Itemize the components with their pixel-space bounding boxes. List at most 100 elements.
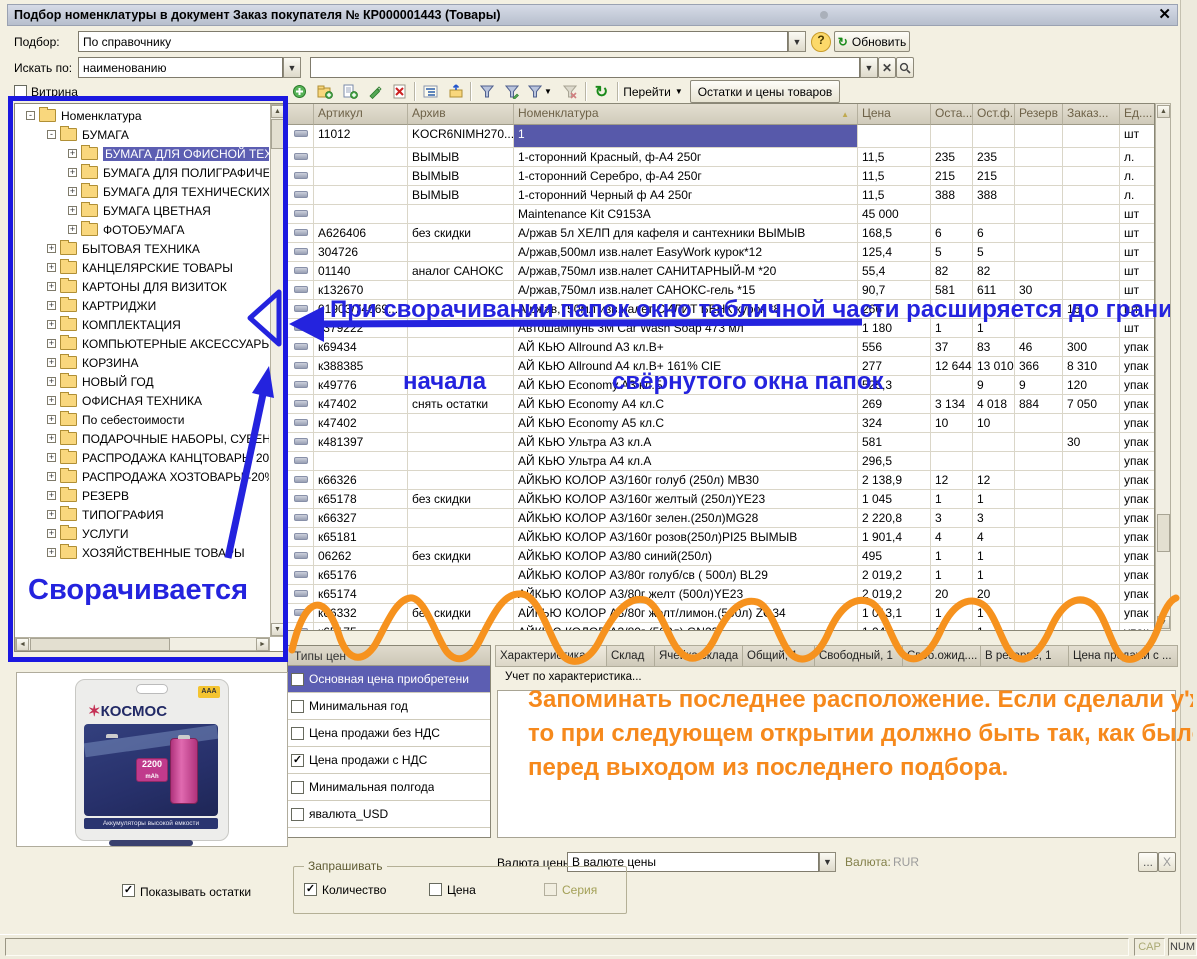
clear-filter-icon[interactable] — [558, 81, 581, 102]
table-row[interactable]: к69434АЙ КЬЮ Allround A3 кл.В+5563783463… — [288, 338, 1154, 357]
currency-choose-button[interactable]: ... — [1138, 852, 1158, 872]
table-row[interactable]: к379222Автошампунь 3M Car Wash Soap 473 … — [288, 319, 1154, 338]
filter-menu-icon[interactable]: ▼ — [525, 81, 555, 102]
expand-icon[interactable]: + — [47, 453, 56, 462]
price-type-checkbox[interactable] — [291, 673, 304, 686]
tree-item[interactable]: +ПОДАРОЧНЫЕ НАБОРЫ, СУВЕНИ — [16, 429, 269, 448]
table-row[interactable]: к49776АЙ КЬЮ Economy A3 кл.Б525,399120уп… — [288, 376, 1154, 395]
podbor-dropdown-icon[interactable]: ▼ — [788, 31, 806, 52]
tree-item[interactable]: +КОМПЬЮТЕРНЫЕ АКСЕССУАРЫ — [16, 334, 269, 353]
stock-column-2[interactable]: Склад — [607, 645, 655, 667]
expand-icon[interactable]: + — [47, 434, 56, 443]
stock-prices-button[interactable]: Остатки и цены товаров — [690, 80, 840, 103]
stock-column-5[interactable]: Свободный, 1 — [815, 645, 903, 667]
edit-button[interactable] — [363, 81, 386, 102]
expand-icon[interactable]: + — [68, 168, 77, 177]
ask-quantity-checkbox[interactable]: ✓ — [304, 883, 317, 896]
tree-item[interactable]: +УСЛУГИ — [16, 524, 269, 543]
copy-button[interactable] — [338, 81, 361, 102]
table-row[interactable]: 01140аналог САНОКСА/ржав,750мл изв.налет… — [288, 262, 1154, 281]
close-icon[interactable]: ✕ — [1158, 8, 1171, 22]
expand-icon[interactable]: + — [47, 339, 56, 348]
tree-item[interactable]: +КАРТОНЫ ДЛЯ ВИЗИТОК — [16, 277, 269, 296]
expand-icon[interactable]: + — [47, 491, 56, 500]
table-vertical-scrollbar[interactable]: ▲ ▼ — [1155, 103, 1171, 631]
expand-icon[interactable]: + — [47, 510, 56, 519]
expand-icon[interactable]: + — [47, 396, 56, 405]
column-header-rezerv[interactable]: Резерв — [1015, 104, 1063, 125]
tree-item[interactable]: +БУМАГА ДЛЯ ПОЛИГРАФИЧЕ — [16, 163, 269, 182]
refresh-table-icon[interactable]: ↻ — [590, 81, 613, 102]
table-row[interactable]: к66327АЙКЬЮ КОЛОР А3/160г зелен.(250л)MG… — [288, 509, 1154, 528]
tree-item[interactable]: +ОФИСНАЯ ТЕХНИКА — [16, 391, 269, 410]
expand-icon[interactable]: + — [68, 149, 77, 158]
column-header-zakaz[interactable]: Заказ... — [1063, 104, 1120, 125]
table-row[interactable]: 304726А/ржав,500мл изв.налет EasyWork ку… — [288, 243, 1154, 262]
price-type-checkbox[interactable] — [291, 727, 304, 740]
expand-icon[interactable]: + — [68, 187, 77, 196]
open-parent-folder-icon[interactable] — [444, 81, 467, 102]
column-header-ostatok[interactable]: Оста... — [931, 104, 973, 125]
price-type-row[interactable]: Цена продажи без НДС — [288, 720, 490, 747]
expand-icon[interactable]: + — [47, 301, 56, 310]
table-row[interactable]: к66332без скидкиАЙКЬЮ КОЛОР А3/80г желт/… — [288, 604, 1154, 623]
table-row[interactable]: к65181АЙКЬЮ КОЛОР А3/160г розов(250л)PI2… — [288, 528, 1154, 547]
table-row[interactable]: ВЫМЫВ1-сторонний Черный ф А4 250г11,5388… — [288, 186, 1154, 205]
table-row[interactable]: к65174АЙКЬЮ КОЛОР А3/80г желт (500л)YE23… — [288, 585, 1154, 604]
collapse-icon[interactable]: - — [47, 130, 56, 139]
tree-item[interactable]: +По себестоимости — [16, 410, 269, 429]
table-row[interactable]: к47402снять остаткиАЙ КЬЮ Economy А4 кл.… — [288, 395, 1154, 414]
search-input[interactable] — [310, 57, 860, 78]
vitrina-checkbox[interactable] — [14, 85, 27, 98]
tree-item[interactable]: +КАРТРИДЖИ — [16, 296, 269, 315]
currency-type-dropdown-icon[interactable]: ▼ — [819, 852, 836, 872]
table-row[interactable]: 01903/74069...А/ржав,750мл изв.налет СИЛ… — [288, 300, 1154, 319]
expand-icon[interactable]: + — [47, 358, 56, 367]
tree-item[interactable]: +ХОЗЯЙСТВЕННЫЕ ТОВАРЫ — [16, 543, 269, 562]
tree-item[interactable]: +РЕЗЕРВ — [16, 486, 269, 505]
column-header-ed[interactable]: Ед.... — [1120, 104, 1155, 125]
expand-icon[interactable]: + — [47, 415, 56, 424]
tree-item[interactable]: +РАСПРОДАЖА ХОЗТОВАРЫ -20% — [16, 467, 269, 486]
filter-settings-icon[interactable] — [500, 81, 523, 102]
ask-price-checkbox[interactable] — [429, 883, 442, 896]
tree-item[interactable]: +РАСПРОДАЖА КАНЦТОВАРЫ 20% — [16, 448, 269, 467]
tree-item[interactable]: +БУМАГА ДЛЯ ТЕХНИЧЕСКИХ — [16, 182, 269, 201]
expand-icon[interactable]: + — [47, 529, 56, 538]
price-type-checkbox[interactable]: ✓ — [291, 754, 304, 767]
tree-vertical-scrollbar[interactable]: ▲ ▼ — [270, 104, 284, 637]
column-header-ostatok-f[interactable]: Ост.ф. — [973, 104, 1015, 125]
stock-column-1[interactable]: Характеристика — [495, 645, 607, 667]
hierarchy-view-icon[interactable] — [419, 81, 442, 102]
search-icon[interactable] — [896, 57, 914, 78]
add-button[interactable] — [288, 81, 311, 102]
help-button[interactable]: ? — [811, 32, 831, 52]
table-row[interactable]: Maintenance Kit C9153A45 000шт — [288, 205, 1154, 224]
price-type-row[interactable]: явалюта_USD — [288, 801, 490, 828]
price-type-row[interactable]: Минимальная год — [288, 693, 490, 720]
table-row[interactable]: ВЫМЫВ1-сторонний Красный, ф-А4 250г11,52… — [288, 148, 1154, 167]
collapse-icon[interactable]: - — [26, 111, 35, 120]
table-row[interactable]: к65175АЙКЬЮ КОЛОР А3/80г (500л) GN231 04… — [288, 623, 1154, 631]
filter-by-value-icon[interactable] — [475, 81, 498, 102]
expand-icon[interactable]: + — [47, 548, 56, 557]
show-remains-checkbox[interactable]: ✓ — [122, 884, 135, 897]
price-type-row[interactable]: Минимальная полгода — [288, 774, 490, 801]
column-header-row-icon-cell[interactable] — [288, 104, 314, 125]
price-type-row[interactable]: Основная цена приобретени — [288, 666, 490, 693]
stock-column-8[interactable]: Цена продажи с ... — [1069, 645, 1178, 667]
expand-icon[interactable]: + — [47, 472, 56, 481]
expand-icon[interactable]: + — [47, 282, 56, 291]
expand-icon[interactable]: + — [47, 263, 56, 272]
tree-item[interactable]: +ТИПОГРАФИЯ — [16, 505, 269, 524]
expand-icon[interactable]: + — [68, 206, 77, 215]
table-row[interactable]: А626406без скидкиА/ржав 5л ХЕЛП для кафе… — [288, 224, 1154, 243]
stock-column-6[interactable]: Своб.ожид.... — [903, 645, 981, 667]
pin-icon[interactable] — [820, 11, 828, 19]
tree-item[interactable]: +КОМПЛЕКТАЦИЯ — [16, 315, 269, 334]
clear-search-icon[interactable]: ✕ — [878, 57, 896, 78]
price-type-checkbox[interactable] — [291, 808, 304, 821]
tree-item[interactable]: +БУМАГА ДЛЯ ОФИСНОЙ ТЕХ — [16, 144, 269, 163]
tree-item[interactable]: +БЫТОВАЯ ТЕХНИКА — [16, 239, 269, 258]
table-row[interactable]: к388385АЙ КЬЮ Allround A4 кл.В+ 161% CIE… — [288, 357, 1154, 376]
